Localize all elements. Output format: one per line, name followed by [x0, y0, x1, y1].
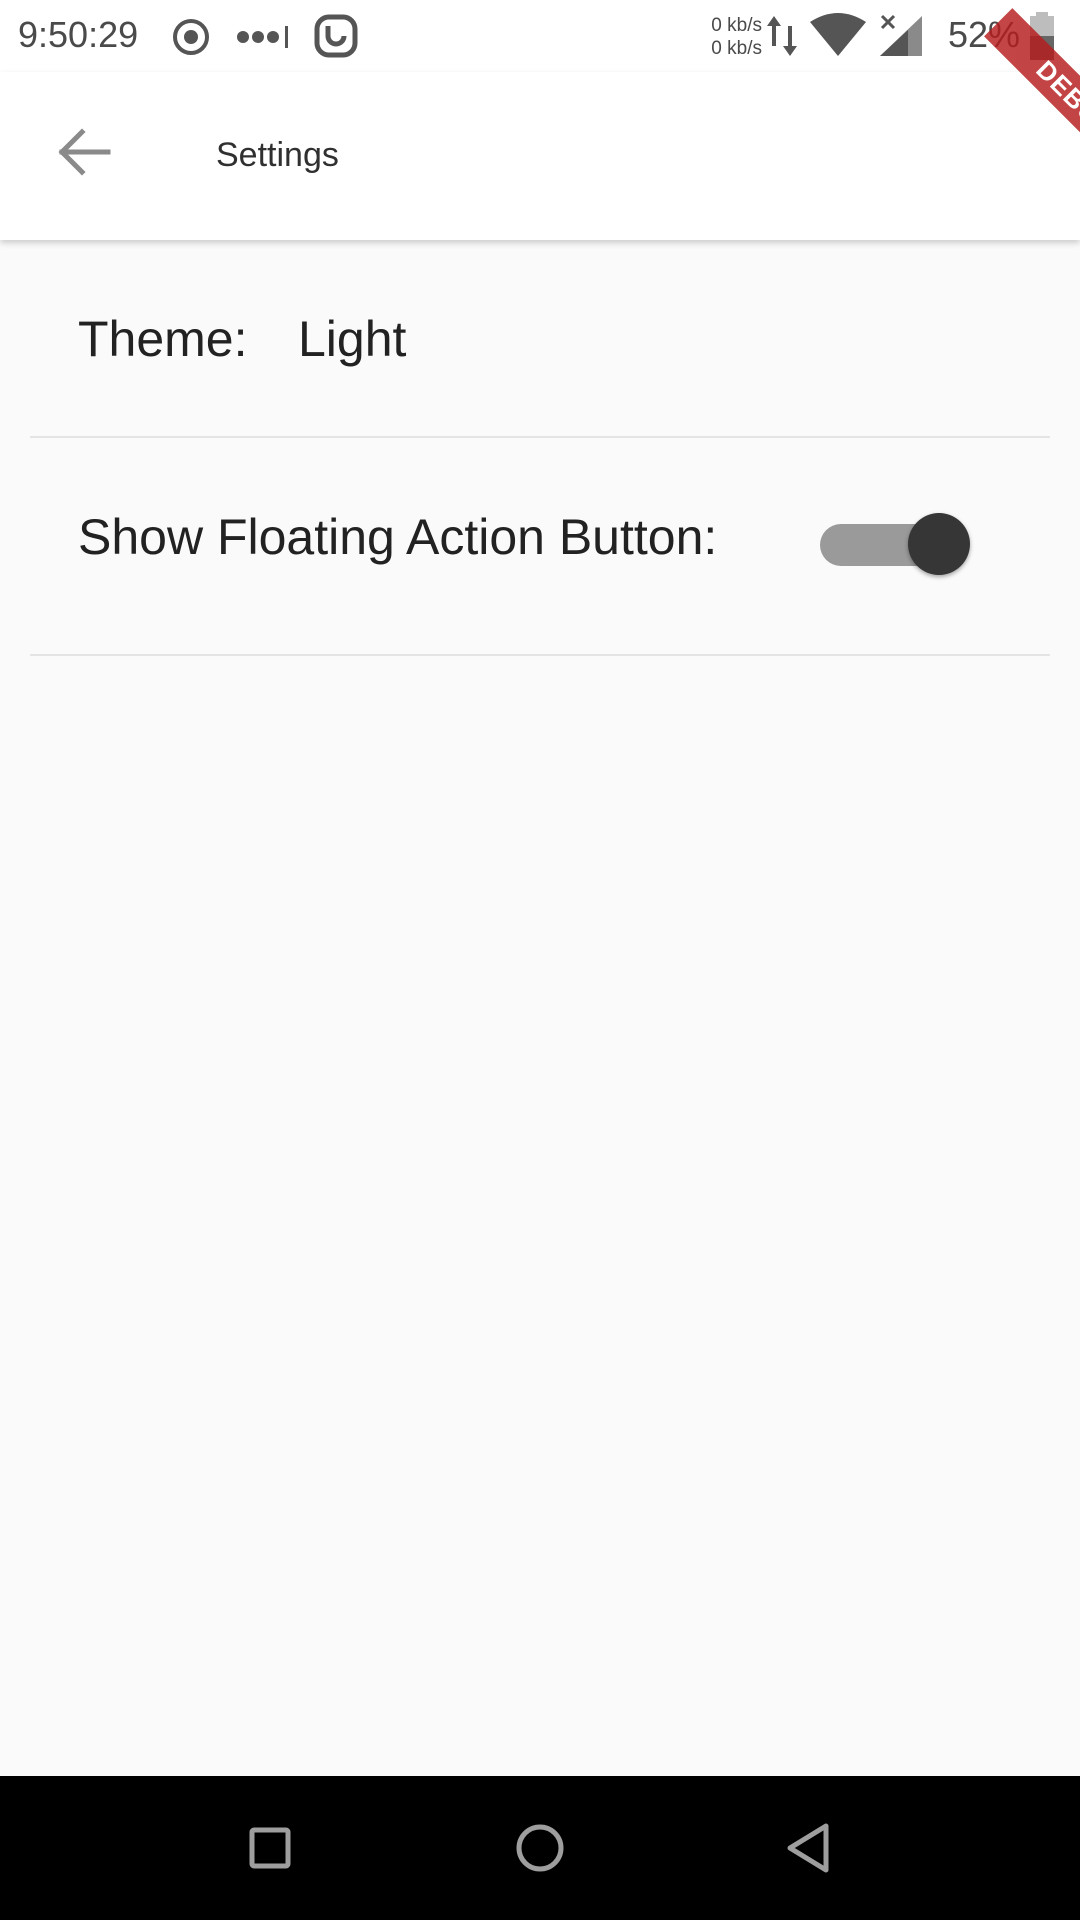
fab-setting-row: Show Floating Action Button:	[30, 438, 1050, 656]
theme-setting-row: Theme: Light	[30, 240, 1050, 438]
network-rate: 0 kb/s 0 kb/s	[706, 14, 762, 60]
data-transfer-icon	[764, 12, 800, 65]
app-bar: Settings	[0, 72, 1080, 240]
page-title: Settings	[216, 136, 339, 174]
navigation-bar	[0, 1776, 1080, 1920]
wifi-icon	[808, 12, 868, 63]
fab-toggle[interactable]	[820, 510, 970, 580]
more-dots-icon	[236, 24, 292, 55]
fab-label: Show Floating Action Button:	[78, 509, 718, 565]
recents-button[interactable]	[234, 1812, 306, 1884]
home-icon	[516, 1824, 564, 1872]
toggle-thumb	[908, 513, 970, 575]
recents-icon	[249, 1827, 291, 1869]
nav-back-button[interactable]	[774, 1812, 846, 1884]
home-button[interactable]	[504, 1812, 576, 1884]
signal-icon	[878, 12, 926, 63]
arrow-back-icon	[58, 128, 111, 176]
record-icon	[172, 18, 210, 61]
back-button[interactable]	[44, 112, 124, 192]
rate-up: 0 kb/s	[711, 15, 762, 36]
rate-down: 0 kb/s	[711, 38, 762, 59]
theme-label: Theme:	[78, 311, 248, 367]
settings-content: Theme: Light Show Floating Action Button…	[0, 240, 1080, 1776]
magnet-icon	[314, 14, 358, 63]
status-bar: 9:50:29 0 kb/s 0 kb/s	[0, 0, 1080, 72]
back-icon	[787, 1823, 829, 1873]
theme-value[interactable]: Light	[298, 310, 406, 368]
status-time: 9:50:29	[18, 14, 139, 55]
